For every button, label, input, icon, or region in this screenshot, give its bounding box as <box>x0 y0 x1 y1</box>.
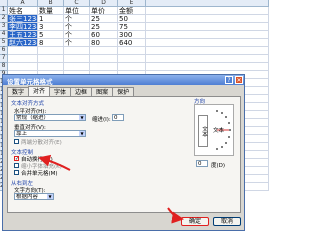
table-cell[interactable]: 单价 <box>90 7 118 15</box>
column-header[interactable]: B <box>38 0 64 7</box>
table-cell[interactable] <box>8 47 38 55</box>
cancel-button[interactable]: 取消 <box>213 217 241 226</box>
table-cell[interactable]: 25 <box>90 23 118 31</box>
dialog-titlebar: 设置单元格格式 ? ✕ <box>3 75 244 86</box>
table-cell[interactable]: 1 <box>38 15 64 23</box>
table-cell[interactable] <box>146 47 269 55</box>
table-cell[interactable] <box>64 63 90 71</box>
table-cell[interactable]: 25 <box>90 15 118 23</box>
chevron-down-icon: ▼ <box>47 194 53 199</box>
table-cell[interactable] <box>90 55 118 63</box>
merge-cells-label: 合并单元格(M) <box>21 171 58 177</box>
table-cell[interactable]: 王五12345 <box>8 31 38 39</box>
degrees-spinner[interactable]: 0 <box>196 160 208 167</box>
table-cell[interactable]: 80 <box>90 39 118 47</box>
table-cell[interactable]: 300 <box>118 31 146 39</box>
table-cell[interactable] <box>146 39 269 47</box>
table-cell[interactable]: 数量 <box>38 7 64 15</box>
degrees-label: 度(D) <box>211 163 226 169</box>
column-header[interactable]: C <box>64 0 90 7</box>
table-cell[interactable] <box>146 63 269 71</box>
table-cell[interactable] <box>64 55 90 63</box>
alignment-panel: 文本对齐方式 水平对齐(H): 常规（缩进） ▼ 缩进(I): 0 垂直对齐(V… <box>7 96 241 213</box>
table-cell[interactable] <box>38 47 64 55</box>
vertical-value: 靠上 <box>16 131 28 137</box>
tab-protection[interactable]: 保护 <box>112 87 135 96</box>
horizontal-value: 常规（缩进） <box>16 115 50 121</box>
table-cell[interactable] <box>118 47 146 55</box>
table-cell[interactable] <box>118 55 146 63</box>
table-cell[interactable] <box>146 7 269 15</box>
table-cell[interactable] <box>146 55 269 63</box>
shrink-to-fit-checkbox[interactable] <box>14 163 19 168</box>
column-header[interactable]: D <box>90 0 118 7</box>
table-cell[interactable] <box>8 55 38 63</box>
table-cell[interactable]: 8 <box>38 39 64 47</box>
table-cell[interactable]: 金额 <box>118 7 146 15</box>
chevron-down-icon: ▼ <box>79 115 85 120</box>
table-cell[interactable]: 姓名 <box>8 7 38 15</box>
table-cell[interactable]: 5 <box>38 31 64 39</box>
orientation-dial[interactable]: 文本 文本 <box>194 104 234 156</box>
table-cell[interactable] <box>38 63 64 71</box>
table-cell[interactable] <box>90 63 118 71</box>
orientation-text: 文本 <box>213 128 225 134</box>
tab-alignment[interactable]: 对齐 <box>28 86 51 96</box>
table-cell[interactable] <box>118 63 146 71</box>
distributed-checkbox[interactable] <box>14 139 19 144</box>
format-cells-dialog: 设置单元格格式 ? ✕ 数字 对齐 字体 边框 图案 保护 文本对齐方式 水平对… <box>2 74 245 231</box>
help-button[interactable]: ? <box>225 76 233 84</box>
indent-spinner[interactable]: 0 <box>112 114 124 121</box>
table-cell[interactable]: 个 <box>64 15 90 23</box>
column-header[interactable]: A <box>8 0 38 7</box>
table-cell[interactable] <box>146 23 269 31</box>
vertical-select[interactable]: 靠上 ▼ <box>14 130 86 137</box>
dialog-title: 设置单元格格式 <box>7 78 53 86</box>
direction-value: 根据内容 <box>16 194 39 200</box>
table-cell[interactable] <box>146 15 269 23</box>
table-cell[interactable]: 640 <box>118 39 146 47</box>
table-cell[interactable] <box>64 47 90 55</box>
wrap-text-checkbox[interactable]: ✓ <box>14 156 19 162</box>
table-cell[interactable]: 个 <box>64 31 90 39</box>
table-cell[interactable]: 50 <box>118 15 146 23</box>
tab-font[interactable]: 字体 <box>49 87 72 96</box>
column-header[interactable] <box>146 0 269 7</box>
text-align-group-label: 文本对齐方式 <box>11 101 45 107</box>
close-button[interactable]: ✕ <box>235 76 243 84</box>
table-cell[interactable]: 张三12345 <box>8 15 38 23</box>
table-cell[interactable]: 单位 <box>64 7 90 15</box>
tab-border[interactable]: 边框 <box>70 87 93 96</box>
table-cell[interactable]: 3 <box>38 23 64 31</box>
table-cell[interactable] <box>146 31 269 39</box>
table-cell[interactable]: 75 <box>118 23 146 31</box>
dialog-tabs: 数字 对齐 字体 边框 图案 保护 <box>7 86 135 96</box>
column-header[interactable]: E <box>118 0 146 7</box>
table-cell[interactable] <box>90 47 118 55</box>
indent-label: 缩进(I): <box>92 117 111 123</box>
direction-select[interactable]: 根据内容 ▼ <box>14 193 54 200</box>
table-cell[interactable]: 60 <box>90 31 118 39</box>
table-cell[interactable] <box>8 63 38 71</box>
tab-patterns[interactable]: 图案 <box>91 87 114 96</box>
ok-button[interactable]: 确定 <box>181 217 209 226</box>
table-cell[interactable]: 赵六12345 <box>8 39 38 47</box>
table-cell[interactable]: 个 <box>64 23 90 31</box>
horizontal-select[interactable]: 常规（缩进） ▼ <box>14 114 86 121</box>
chevron-down-icon: ▼ <box>79 131 85 136</box>
table-cell[interactable]: 李四12345 <box>8 23 38 31</box>
distributed-label: 两端分散对齐(E) <box>21 140 62 146</box>
tab-number[interactable]: 数字 <box>7 87 30 96</box>
table-cell[interactable]: 个 <box>64 39 90 47</box>
table-cell[interactable] <box>38 55 64 63</box>
merge-cells-checkbox[interactable] <box>14 170 19 175</box>
